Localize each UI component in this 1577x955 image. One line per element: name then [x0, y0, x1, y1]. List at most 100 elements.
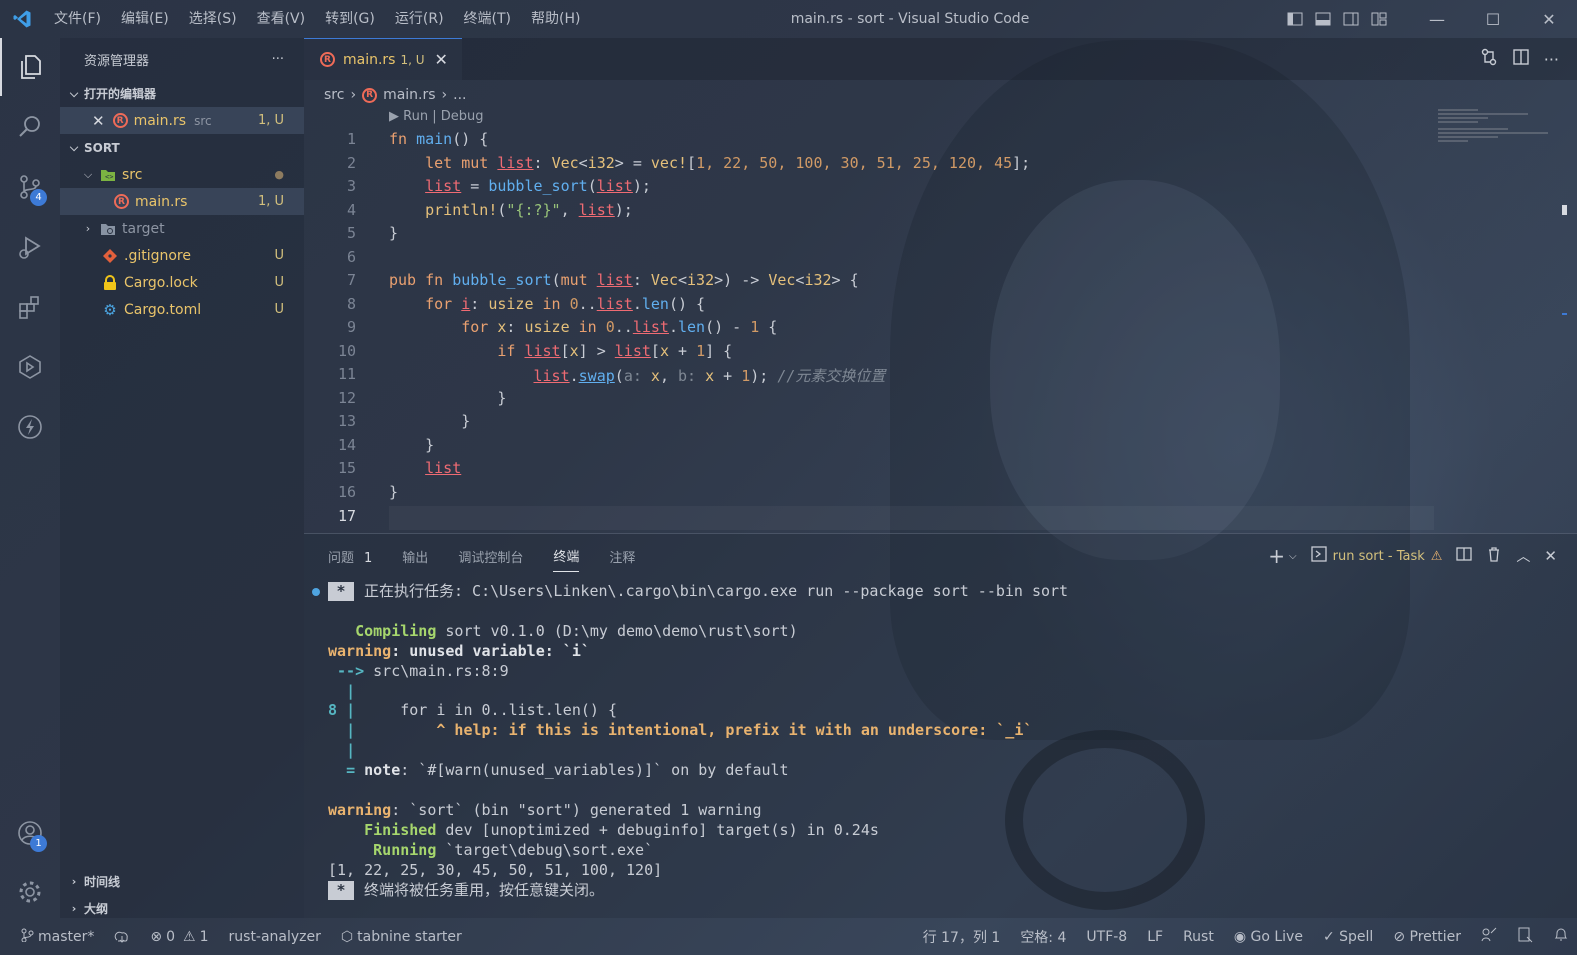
- vscode-window: 文件(F) 编辑(E) 选择(S) 查看(V) 转到(G) 运行(R) 终端(T…: [0, 0, 1577, 955]
- end-of-line[interactable]: LF: [1147, 929, 1163, 945]
- close-window-icon[interactable]: ✕: [1521, 0, 1577, 38]
- run-debug-codelens[interactable]: ▶ Run | Debug: [389, 109, 483, 124]
- rust-analyzer-status[interactable]: rust-analyzer: [229, 929, 321, 945]
- breadcrumb-more[interactable]: ...: [453, 87, 466, 103]
- open-editor-status: 1, U: [257, 113, 284, 128]
- explorer-icon[interactable]: [0, 38, 60, 96]
- code-line: }: [389, 436, 435, 454]
- menu-bar: 文件(F) 编辑(E) 选择(S) 查看(V) 转到(G) 运行(R) 终端(T…: [44, 0, 590, 38]
- close-panel-icon[interactable]: ✕: [1544, 547, 1557, 565]
- code-line: }: [389, 389, 507, 407]
- menu-edit[interactable]: 编辑(E): [111, 0, 179, 38]
- spell-button[interactable]: ✓ Spell: [1323, 929, 1373, 945]
- folder-target-icon: [100, 221, 116, 237]
- menu-help[interactable]: 帮助(H): [521, 0, 590, 38]
- bottom-panel: 问题 1 输出 调试控制台 终端 注释 + ⌵ run sort - Task ⚠…: [304, 533, 1577, 918]
- language-mode[interactable]: Rust: [1183, 929, 1214, 945]
- window-title: main.rs - sort - Visual Studio Code: [790, 11, 1030, 27]
- compare-changes-icon[interactable]: [1480, 48, 1498, 70]
- line-number: 16: [337, 483, 356, 501]
- notifications-icon[interactable]: [1553, 927, 1569, 947]
- encoding[interactable]: UTF-8: [1086, 929, 1127, 945]
- sidebar-title: 资源管理器: [84, 53, 150, 69]
- tree-item-status: U: [274, 302, 284, 317]
- tab-output[interactable]: 输出: [402, 547, 428, 566]
- settings-gear-icon[interactable]: [0, 863, 60, 921]
- prettier-button[interactable]: ⊘ Prettier: [1393, 929, 1461, 945]
- tree-item-cargo-toml[interactable]: ⚙ Cargo.toml U: [60, 296, 304, 323]
- feedback-icon[interactable]: [1481, 927, 1497, 947]
- tree-item-src[interactable]: ⌵ <> src ●: [60, 161, 304, 188]
- minimap[interactable]: [1438, 107, 1558, 167]
- breadcrumb-file[interactable]: main.rs: [383, 87, 435, 103]
- tree-item-main-rs[interactable]: R main.rs 1, U: [60, 188, 304, 215]
- menu-view[interactable]: 查看(V): [247, 0, 316, 38]
- search-icon[interactable]: [0, 98, 60, 156]
- line-number: 12: [337, 389, 356, 407]
- toggle-panel-icon[interactable]: [1309, 0, 1337, 38]
- split-editor-icon[interactable]: [1512, 48, 1530, 70]
- menu-run[interactable]: 运行(R): [385, 0, 454, 38]
- split-terminal-icon[interactable]: [1456, 546, 1473, 566]
- activity-bar: 4 1: [0, 38, 60, 918]
- customize-layout-icon[interactable]: [1365, 0, 1393, 38]
- scrollbar-cursor-marker: [1562, 313, 1567, 315]
- terminal-task-label[interactable]: run sort - Task: [1333, 549, 1425, 564]
- new-terminal-icon[interactable]: +: [1268, 544, 1285, 568]
- title-bar: 文件(F) 编辑(E) 选择(S) 查看(V) 转到(G) 运行(R) 终端(T…: [0, 0, 1577, 38]
- more-actions-icon[interactable]: ···: [272, 52, 284, 67]
- menu-selection[interactable]: 选择(S): [179, 0, 247, 38]
- tree-item-gitignore[interactable]: .gitignore U: [60, 242, 304, 269]
- maximize-panel-icon[interactable]: ︿: [1516, 546, 1530, 566]
- problems-indicator[interactable]: ⊗ 0 ⚠ 1: [150, 929, 208, 945]
- thunder-client-icon[interactable]: [0, 398, 60, 456]
- rust-file-icon: R: [362, 87, 378, 103]
- more-actions-icon[interactable]: ···: [1544, 50, 1559, 69]
- sync-icon[interactable]: [114, 930, 130, 944]
- accounts-icon[interactable]: 1: [0, 804, 60, 862]
- close-icon[interactable]: ✕: [92, 112, 105, 130]
- tab-label: main.rs: [343, 51, 396, 68]
- open-editors-section[interactable]: ⌵ 打开的编辑器: [60, 80, 304, 107]
- toggle-secondary-sidebar-icon[interactable]: [1337, 0, 1365, 38]
- tab-comments[interactable]: 注释: [609, 547, 635, 566]
- close-icon[interactable]: ✕: [435, 50, 448, 69]
- breadcrumb-src[interactable]: src: [324, 87, 344, 103]
- tab-problems[interactable]: 问题 1: [328, 547, 372, 566]
- toggle-primary-sidebar-icon[interactable]: [1281, 0, 1309, 38]
- trash-icon[interactable]: [1486, 546, 1502, 566]
- extensions-icon[interactable]: [0, 278, 60, 336]
- terminal-output[interactable]: * 正在执行任务: C:\Users\Linken\.cargo\bin\carg…: [328, 582, 1068, 901]
- cursor-position[interactable]: 行 17，列 1: [923, 927, 1001, 947]
- branch-indicator[interactable]: master*: [20, 928, 94, 946]
- scrollbar-marker[interactable]: [1562, 205, 1567, 215]
- explorer-sidebar: 资源管理器 ··· ⌵ 打开的编辑器 ✕ R main.rs src 1, U …: [60, 38, 304, 918]
- open-editor-item[interactable]: ✕ R main.rs src 1, U: [60, 107, 304, 134]
- project-section[interactable]: ⌵ SORT: [60, 134, 304, 161]
- tab-terminal[interactable]: 终端: [553, 546, 580, 572]
- code-editor[interactable]: ▶ Run | Debug 1 2 3 4 5 6 7 8 9 10 11 12…: [304, 107, 1434, 532]
- tabnine-status[interactable]: ⬡ tabnine starter: [341, 929, 462, 945]
- chevron-down-icon[interactable]: ⌵: [1289, 551, 1297, 562]
- menu-go[interactable]: 转到(G): [315, 0, 385, 38]
- tree-item-status: U: [274, 248, 284, 263]
- tab-debug-console[interactable]: 调试控制台: [458, 547, 523, 566]
- code-line: println!("{:?}", list);: [425, 201, 633, 219]
- sidebar-header: 资源管理器 ···: [60, 38, 304, 80]
- minimize-icon[interactable]: —: [1409, 0, 1465, 38]
- menu-terminal[interactable]: 终端(T): [454, 0, 521, 38]
- source-control-icon[interactable]: 4: [0, 158, 60, 216]
- go-live-button[interactable]: ◉ Go Live: [1234, 929, 1303, 945]
- indentation[interactable]: 空格: 4: [1020, 927, 1066, 947]
- timeline-section[interactable]: › 时间线: [60, 868, 304, 895]
- breadcrumb: src › R main.rs › ...: [324, 83, 467, 107]
- maximize-icon[interactable]: ☐: [1465, 0, 1521, 38]
- menu-file[interactable]: 文件(F): [44, 0, 111, 38]
- run-debug-icon[interactable]: [0, 218, 60, 276]
- tree-item-cargo-lock[interactable]: Cargo.lock U: [60, 269, 304, 296]
- line-number: 13: [337, 412, 356, 430]
- remote-explorer-icon[interactable]: [0, 338, 60, 396]
- tab-main-rs[interactable]: R main.rs 1, U ✕: [304, 38, 462, 80]
- layout-icon[interactable]: [1517, 927, 1533, 947]
- tree-item-target[interactable]: › target: [60, 215, 304, 242]
